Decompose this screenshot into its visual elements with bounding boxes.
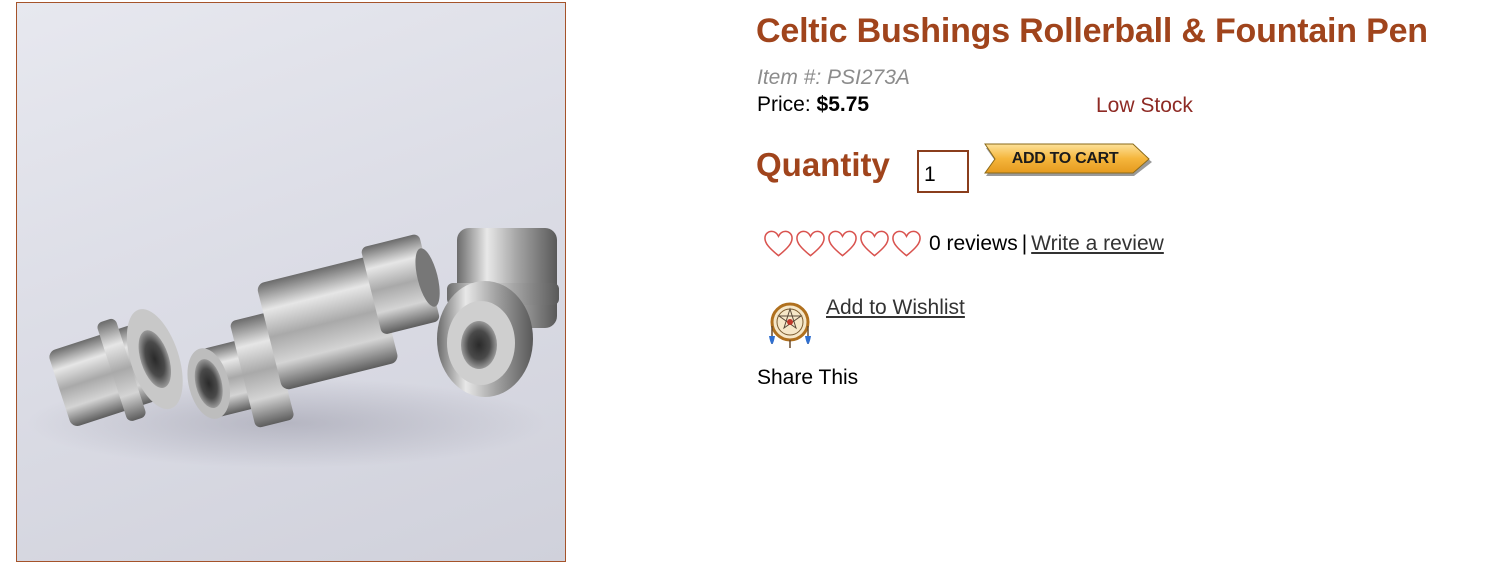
reviews-separator: |: [1021, 232, 1028, 255]
empty-heart-icon: [796, 230, 825, 257]
share-this[interactable]: Share This: [757, 366, 858, 390]
item-number: Item #: PSI273A: [757, 66, 910, 89]
quantity-label: Quantity: [756, 146, 890, 183]
reviews-count: 0 reviews: [929, 232, 1018, 255]
price-value: $5.75: [816, 93, 870, 116]
price-line: Price: $5.75: [757, 93, 869, 117]
add-to-cart-label: ADD TO CART: [1011, 150, 1119, 167]
write-review-link[interactable]: Write a review: [1031, 232, 1164, 255]
rating-hearts: [763, 229, 923, 259]
product-title: Celtic Bushings Rollerball & Fountain Pe…: [756, 12, 1428, 50]
empty-heart-icon: [892, 230, 921, 257]
empty-heart-icon: [764, 230, 793, 257]
stock-status: Low Stock: [1096, 94, 1193, 117]
reviews-summary: 0 reviews | Write a review: [929, 232, 1164, 256]
add-to-cart-button[interactable]: ADD TO CART: [983, 141, 1153, 179]
pen-bushings-photo: [27, 228, 559, 468]
quantity-input[interactable]: [917, 150, 969, 193]
dreamcatcher-icon[interactable]: [766, 300, 822, 361]
empty-heart-icon: [828, 230, 857, 257]
empty-heart-icon: [860, 230, 889, 257]
add-to-wishlist-link[interactable]: Add to Wishlist: [826, 296, 965, 320]
price-label: Price:: [757, 93, 811, 116]
product-image: [16, 2, 566, 562]
